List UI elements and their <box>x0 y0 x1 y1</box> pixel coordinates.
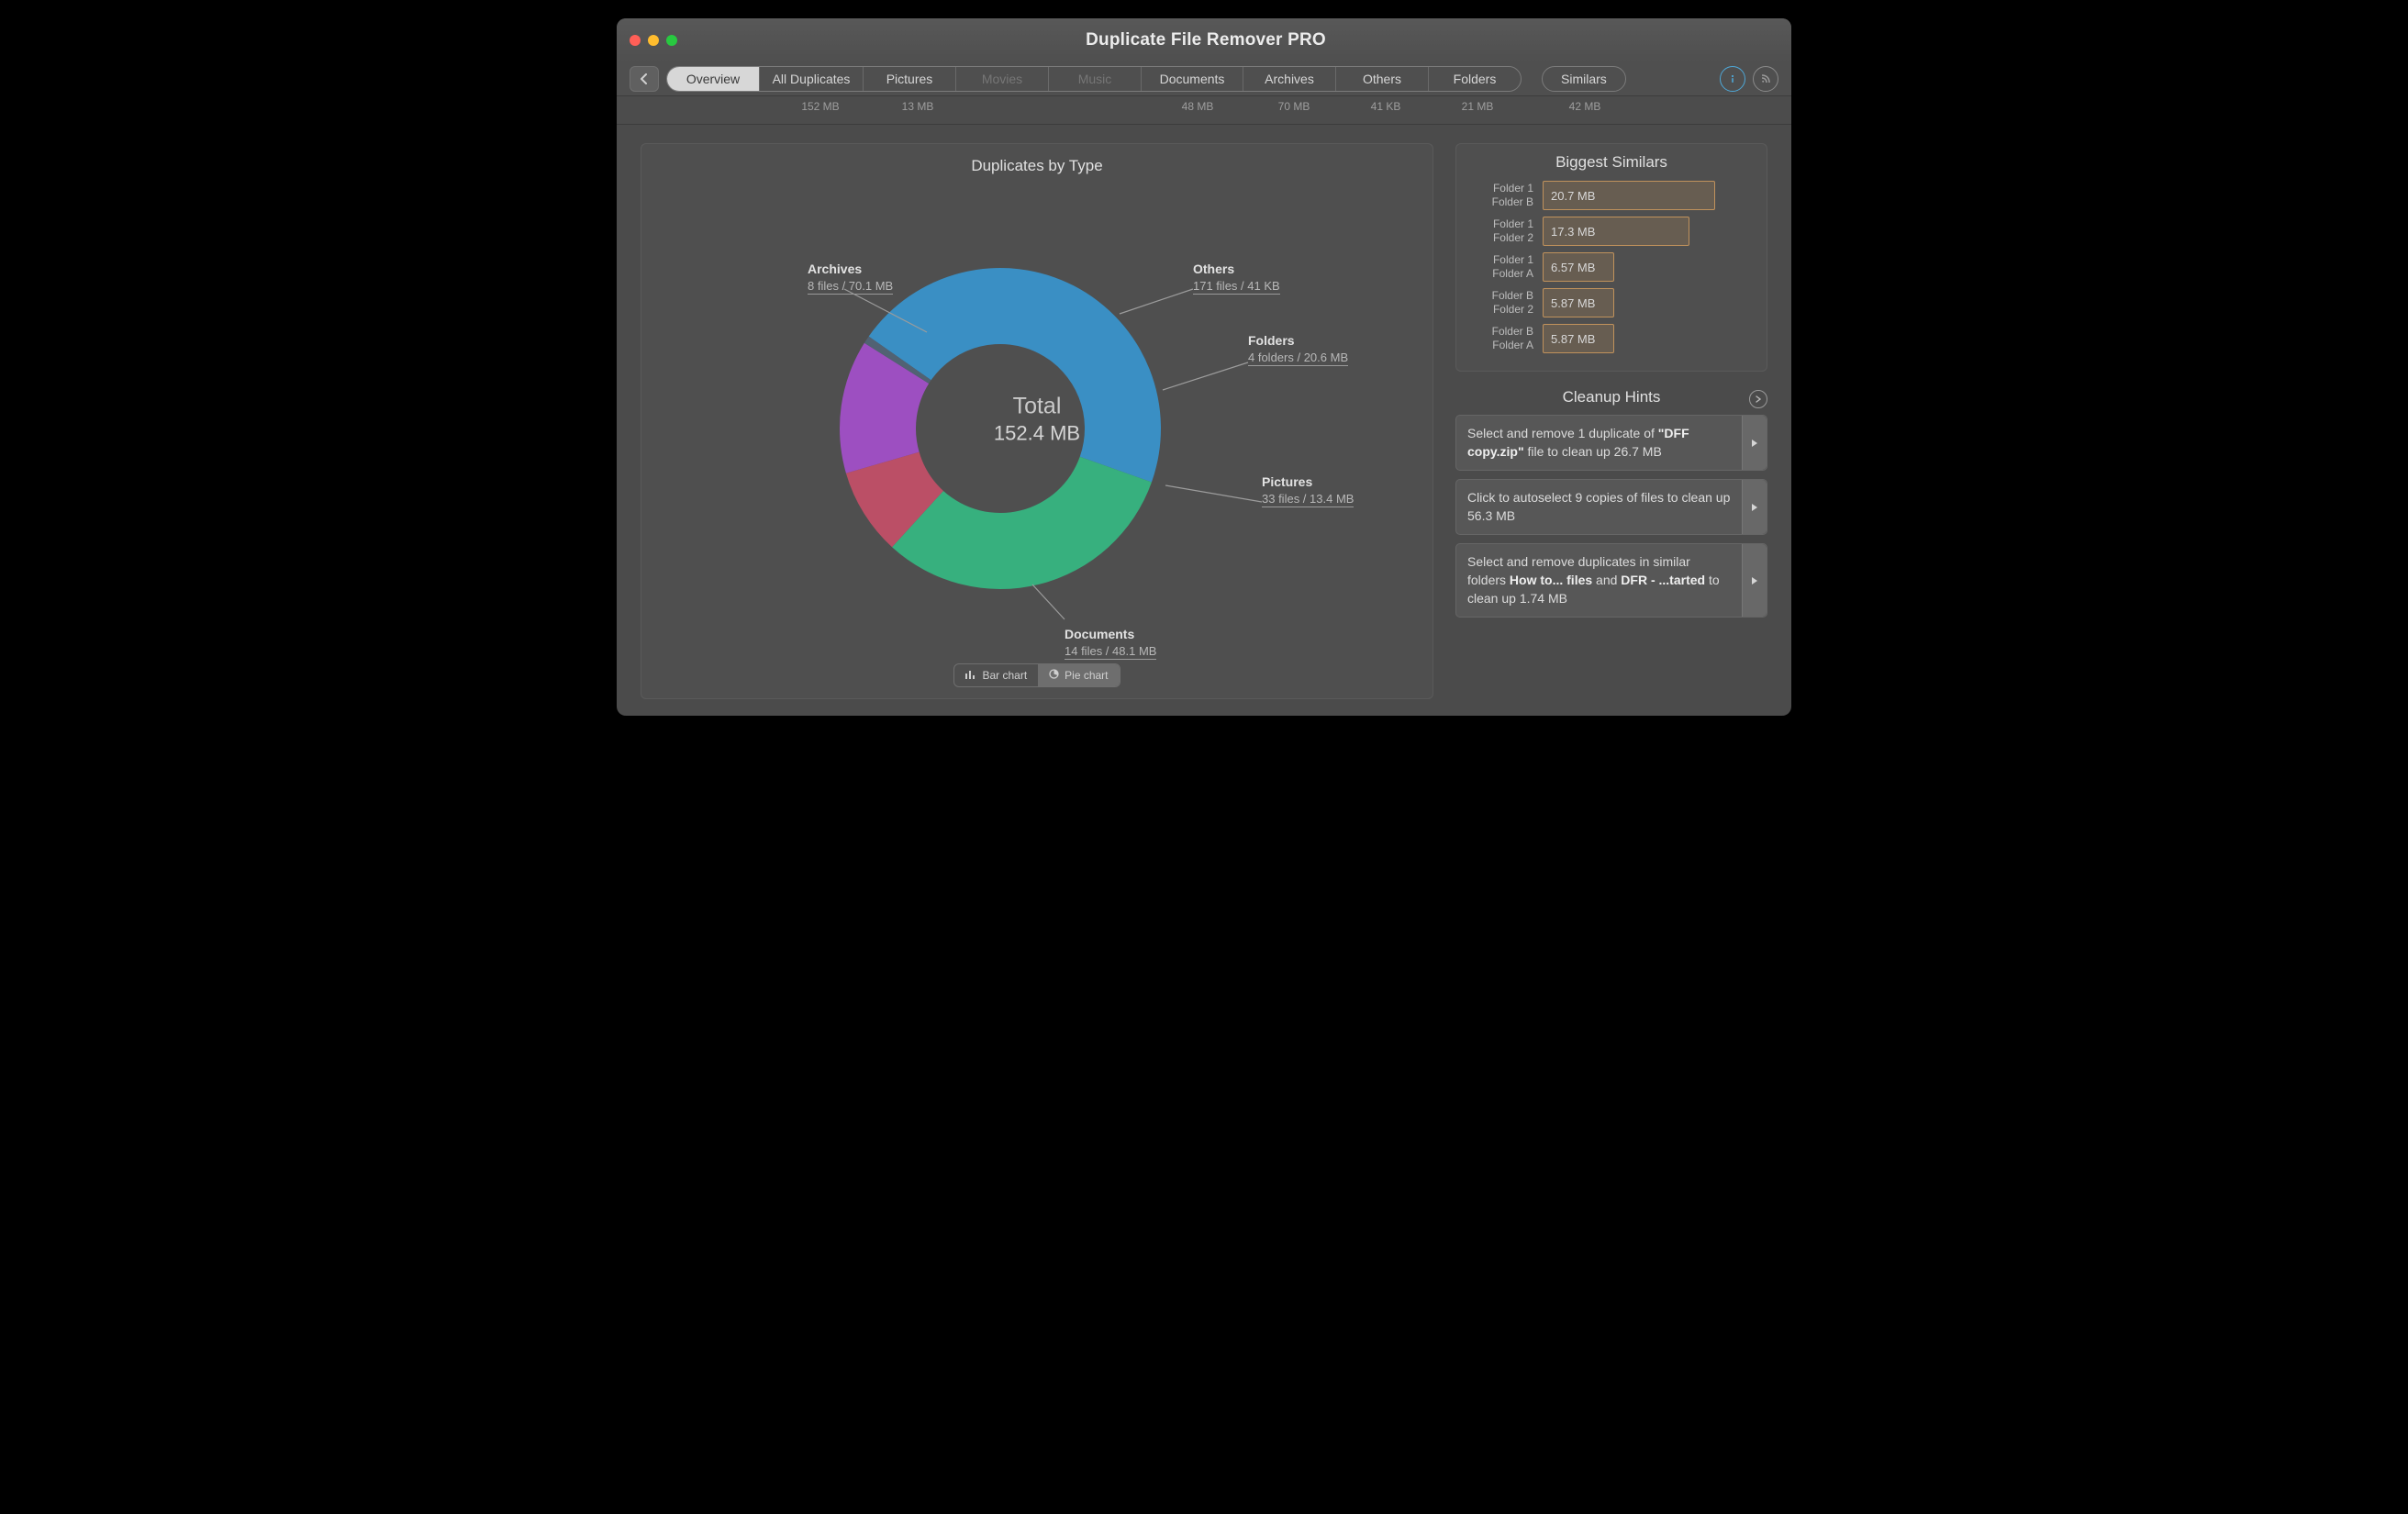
minimize-window-button[interactable] <box>648 35 659 46</box>
chevron-right-icon[interactable] <box>1749 390 1767 408</box>
side-panel: Biggest Similars Folder 1Folder B 20.7 MB… <box>1455 143 1767 699</box>
tab-label: Others <box>1363 72 1401 86</box>
tab-documents[interactable]: Documents <box>1142 67 1243 91</box>
tab-movies[interactable]: Movies <box>956 67 1049 91</box>
cleanup-hint[interactable]: Select and remove duplicates in similar … <box>1455 543 1767 618</box>
tab-label: Pictures <box>886 72 933 86</box>
tab-size: 41 KB <box>1340 100 1432 113</box>
tab-size <box>677 100 769 113</box>
pie-chart-toggle[interactable]: Pie chart <box>1038 664 1119 686</box>
tab-size <box>1055 100 1147 113</box>
similar-size-bar: 5.87 MB <box>1543 288 1614 317</box>
cleanup-hint[interactable]: Select and remove 1 duplicate of "DFF co… <box>1455 415 1767 471</box>
tab-label: Music <box>1078 72 1112 86</box>
similar-folders: Folder 1Folder B <box>1469 182 1533 209</box>
tab-label: Archives <box>1265 72 1314 86</box>
play-icon <box>1742 544 1767 617</box>
cleanup-hints-section: Cleanup Hints Select and remove 1 duplic… <box>1455 388 1767 626</box>
similar-size-bar: 17.3 MB <box>1543 217 1689 246</box>
tab-sizes-row: 152 MB13 MB 48 MB70 MB41 KB21 MB 42 MB <box>617 96 1791 125</box>
content-area: Duplicates by Type Total 152.4 MB Archiv… <box>617 125 1791 716</box>
tab-music[interactable]: Music <box>1049 67 1142 91</box>
tab-size: 48 MB <box>1147 100 1248 113</box>
similar-folders: Folder BFolder 2 <box>1469 289 1533 317</box>
traffic-lights <box>630 35 677 46</box>
tab-size: 152 MB <box>769 100 872 113</box>
bar-chart-toggle[interactable]: Bar chart <box>954 664 1038 686</box>
similar-row[interactable]: Folder 1Folder B 20.7 MB <box>1469 181 1754 210</box>
tab-size: 70 MB <box>1248 100 1340 113</box>
play-icon <box>1742 480 1767 534</box>
tab-size <box>964 100 1055 113</box>
similar-size-bar: 20.7 MB <box>1543 181 1715 210</box>
close-window-button[interactable] <box>630 35 641 46</box>
tab-folders[interactable]: Folders <box>1429 67 1521 91</box>
similar-folders: Folder 1Folder A <box>1469 253 1533 281</box>
tab-label: Movies <box>982 72 1022 86</box>
bar-chart-icon <box>965 669 976 682</box>
pie-chart-icon <box>1049 669 1059 682</box>
chart-type-toggle: Bar chart Pie chart <box>953 663 1120 687</box>
tab-archives[interactable]: Archives <box>1243 67 1336 91</box>
similar-row[interactable]: Folder BFolder A 5.87 MB <box>1469 324 1754 353</box>
back-button[interactable] <box>630 66 659 92</box>
hint-text: Click to autoselect 9 copies of files to… <box>1456 480 1742 534</box>
tab-label: Documents <box>1160 72 1225 86</box>
toggle-label: Bar chart <box>982 669 1027 682</box>
app-window: Duplicate File Remover PRO Overview All D… <box>617 18 1791 716</box>
tab-overview[interactable]: Overview <box>667 67 760 91</box>
tab-label: Overview <box>686 72 740 86</box>
tab-size: 42 MB <box>1534 100 1635 113</box>
tab-size: 21 MB <box>1432 100 1523 113</box>
tab-others[interactable]: Others <box>1336 67 1429 91</box>
zoom-window-button[interactable] <box>666 35 677 46</box>
similar-size-bar: 5.87 MB <box>1543 324 1614 353</box>
tab-all-duplicates[interactable]: All Duplicates <box>760 67 864 91</box>
hint-text: Select and remove 1 duplicate of "DFF co… <box>1456 416 1742 470</box>
similar-folders: Folder 1Folder 2 <box>1469 217 1533 245</box>
slice-label-documents: Documents14 files / 48.1 MB <box>1065 627 1156 659</box>
tab-similars[interactable]: Similars <box>1542 66 1626 92</box>
similar-size-bar: 6.57 MB <box>1543 252 1614 282</box>
tab-size: 13 MB <box>872 100 964 113</box>
similar-row[interactable]: Folder 1Folder A 6.57 MB <box>1469 252 1754 282</box>
info-icon[interactable] <box>1720 66 1745 92</box>
biggest-similars-card: Biggest Similars Folder 1Folder B 20.7 MB… <box>1455 143 1767 372</box>
titlebar: Duplicate File Remover PRO <box>617 18 1791 62</box>
play-icon <box>1742 416 1767 470</box>
cleanup-hint[interactable]: Click to autoselect 9 copies of files to… <box>1455 479 1767 535</box>
hint-text: Select and remove duplicates in similar … <box>1456 544 1742 617</box>
tab-label: Similars <box>1561 72 1607 86</box>
window-title: Duplicate File Remover PRO <box>677 30 1734 50</box>
card-title: Biggest Similars <box>1469 153 1754 172</box>
rss-icon[interactable] <box>1753 66 1778 92</box>
similar-row[interactable]: Folder 1Folder 2 17.3 MB <box>1469 217 1754 246</box>
toolbar: Overview All Duplicates Pictures Movies Musi… <box>617 62 1791 96</box>
category-tabs: Overview All Duplicates Pictures Movies Musi… <box>666 66 1522 92</box>
toggle-label: Pie chart <box>1065 669 1108 682</box>
chart-area: Total 152.4 MB Archives8 files / 70.1 MB… <box>641 175 1433 663</box>
chart-panel: Duplicates by Type Total 152.4 MB Archiv… <box>641 143 1433 699</box>
similar-folders: Folder BFolder A <box>1469 325 1533 352</box>
tab-label: Folders <box>1454 72 1497 86</box>
tab-pictures[interactable]: Pictures <box>864 67 956 91</box>
card-title: Cleanup Hints <box>1563 388 1661 406</box>
chart-title: Duplicates by Type <box>641 157 1433 175</box>
tab-label: All Duplicates <box>773 72 851 86</box>
similar-row[interactable]: Folder BFolder 2 5.87 MB <box>1469 288 1754 317</box>
